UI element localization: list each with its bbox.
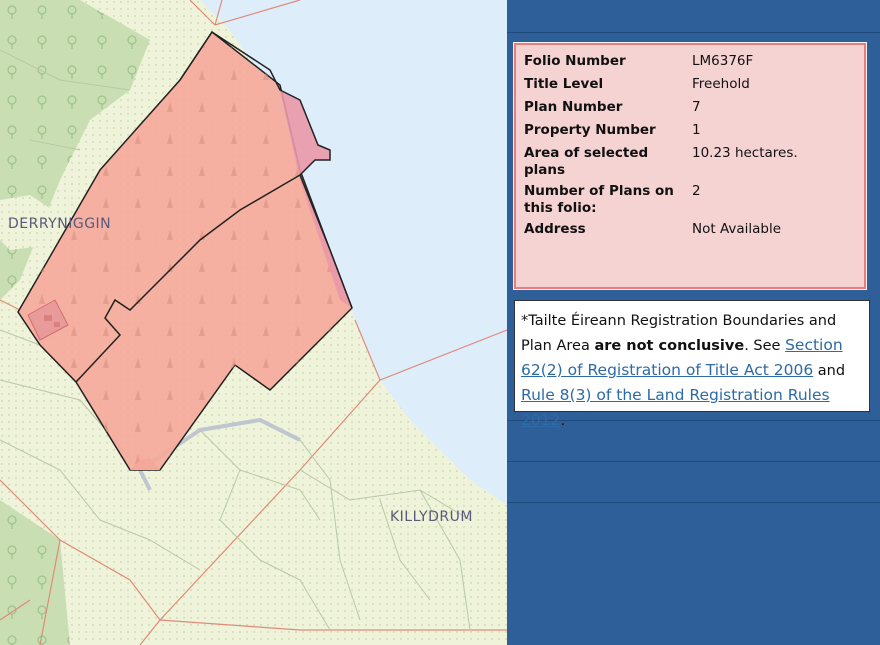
info-row-property-number: Property Number 1	[524, 120, 798, 143]
note-bold-text: are not conclusive	[594, 338, 745, 354]
place-label-derryniggin: DERRYNIGGIN	[8, 216, 111, 232]
info-key: Number of Plans on this folio:	[524, 183, 674, 216]
panel-divider	[507, 461, 880, 462]
info-key: Area of selected plans	[524, 145, 649, 178]
info-value: LM6376F	[692, 53, 754, 69]
folio-info-table: Folio Number LM6376F Title Level Freehol…	[524, 51, 798, 242]
place-label-killydrum: KILLYDRUM	[390, 509, 473, 525]
note-text: .	[560, 413, 566, 429]
info-key: Title Level	[524, 76, 604, 92]
rule-8-link[interactable]: Rule 8(3) of the Land Registration Rules…	[521, 386, 830, 429]
panel-divider	[507, 502, 880, 503]
info-key: Address	[524, 221, 586, 237]
note-text: . See	[744, 338, 786, 354]
info-value: 10.23 hectares.	[692, 145, 798, 161]
info-value: Not Available	[692, 221, 782, 237]
note-text: and	[813, 363, 846, 379]
info-panel: Folio Number LM6376F Title Level Freehol…	[507, 0, 880, 645]
info-row-area: Area of selected plans 10.23 hectares.	[524, 143, 798, 181]
info-key: Folio Number	[524, 53, 626, 69]
panel-divider	[507, 32, 880, 33]
info-value: 2	[692, 183, 701, 199]
info-row-folio-number: Folio Number LM6376F	[524, 51, 798, 74]
info-key: Property Number	[524, 122, 656, 138]
info-value: Freehold	[692, 76, 750, 92]
info-row-number-of-plans: Number of Plans on this folio: 2	[524, 181, 798, 219]
info-key: Plan Number	[524, 99, 623, 115]
info-value: 7	[692, 99, 701, 115]
map-view[interactable]: DERRYNIGGIN KILLYDRUM	[0, 0, 507, 645]
info-row-plan-number: Plan Number 7	[524, 97, 798, 120]
info-row-title-level: Title Level Freehold	[524, 74, 798, 97]
info-row-address: Address Not Available	[524, 219, 798, 242]
folio-info-box: Folio Number LM6376F Title Level Freehol…	[513, 42, 867, 290]
info-value: 1	[692, 122, 701, 138]
disclaimer-note: *Tailte Éireann Registration Boundaries …	[514, 300, 870, 429]
map-canvas[interactable]: DERRYNIGGIN KILLYDRUM	[0, 0, 507, 645]
